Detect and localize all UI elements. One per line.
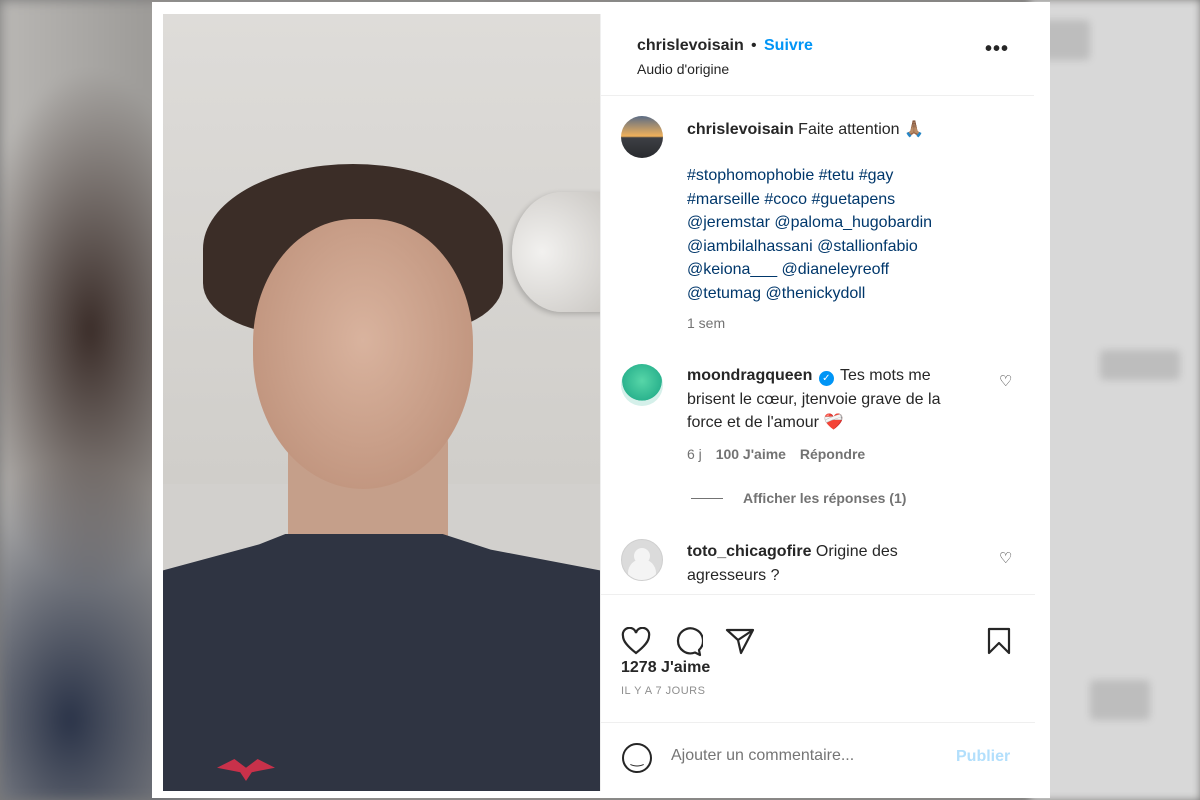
caption-username[interactable]: chrislevoisain xyxy=(687,121,794,138)
caption-text: Faite attention 🙏🏽 xyxy=(798,121,924,138)
replies-label: Afficher les réponses (1) xyxy=(743,490,907,506)
comment-line: force et de l'amour ❤️‍🩹 xyxy=(687,414,844,431)
comment-text: toto_chicagofire Origine des agresseurs … xyxy=(687,540,987,587)
comment-username[interactable]: toto_chicagofire xyxy=(687,543,811,560)
comment-likes[interactable]: 100 J'aime xyxy=(716,446,786,462)
post-time: 1 sem xyxy=(687,315,726,331)
comment-line: Tes mots me xyxy=(839,367,931,384)
caption: chrislevoisain Faite attention 🙏🏽 xyxy=(687,118,987,142)
caption-tags: #stophomophobie #tetu #gay #marseille #c… xyxy=(687,164,987,305)
comment-heart-icon[interactable]: ♡ xyxy=(999,549,1012,567)
comment-line: agresseurs ? xyxy=(687,566,780,584)
post-sidebar: chrislevoisain • Suivre Audio d'origine … xyxy=(600,14,1035,791)
action-bar: 1278 J'aime IL Y A 7 JOURS xyxy=(601,594,1035,724)
shirt xyxy=(163,534,600,791)
comment-avatar[interactable] xyxy=(621,364,663,406)
send-icon-glyph xyxy=(725,628,755,655)
replies-line xyxy=(691,498,723,499)
comment-meta: 6 j 100 J'aime Répondre xyxy=(687,446,865,462)
comment-icon-glyph xyxy=(676,627,703,657)
comment-composer: ‿ Publier xyxy=(601,722,1035,791)
comment-line: brisent le cœur, jtenvoie grave de la xyxy=(687,390,941,408)
post-date: IL Y A 7 JOURS xyxy=(621,685,706,697)
separator-dot: • xyxy=(751,37,757,54)
view-replies-button[interactable]: Afficher les réponses (1) xyxy=(691,490,906,506)
comment-icon[interactable] xyxy=(673,627,703,657)
heart-icon[interactable] xyxy=(621,627,651,655)
background-right xyxy=(1030,0,1200,800)
video-player[interactable] xyxy=(163,14,600,791)
bookmark-icon[interactable] xyxy=(987,627,1011,655)
comment-line: Origine des xyxy=(815,543,898,560)
bookmark-icon-glyph xyxy=(987,627,1011,655)
post-header: chrislevoisain • Suivre Audio d'origine … xyxy=(601,14,1034,96)
tag-line[interactable]: #marseille #coco #guetapens xyxy=(687,188,987,212)
wall-lamp xyxy=(512,192,612,312)
publish-button[interactable]: Publier xyxy=(956,748,1010,766)
reply-button[interactable]: Répondre xyxy=(800,446,865,462)
author-avatar[interactable] xyxy=(621,116,663,158)
comment-heart-icon[interactable]: ♡ xyxy=(999,372,1012,390)
comment-avatar-default[interactable] xyxy=(621,539,663,581)
tag-line[interactable]: #stophomophobie #tetu #gay xyxy=(687,164,987,188)
comment-username[interactable]: moondragqueen xyxy=(687,367,812,384)
audio-label[interactable]: Audio d'origine xyxy=(637,61,729,77)
emoji-icon[interactable]: ‿ xyxy=(622,743,652,773)
face xyxy=(253,219,473,489)
tag-line[interactable]: @tetumag @thenickydoll xyxy=(687,282,987,306)
send-icon[interactable] xyxy=(725,627,755,655)
verified-icon: ✓ xyxy=(818,371,834,386)
more-horizontal-icon[interactable]: ••• xyxy=(985,38,1009,61)
comment-input[interactable] xyxy=(671,747,931,765)
follow-button[interactable]: Suivre xyxy=(764,37,813,55)
tag-line[interactable]: @jeremstar @paloma_hugobardin xyxy=(687,211,987,235)
comment-time: 6 j xyxy=(687,446,702,462)
tag-line[interactable]: @iambilalhassani @stallionfabio xyxy=(687,235,987,259)
author-username[interactable]: chrislevoisain xyxy=(637,37,744,55)
heart-icon-glyph xyxy=(621,627,651,655)
comment-text: moondragqueen ✓ Tes mots me brisent le c… xyxy=(687,364,987,435)
likes-count[interactable]: 1278 J'aime xyxy=(621,659,710,677)
tag-line[interactable]: @keiona___ @dianeleyreoff xyxy=(687,258,987,282)
